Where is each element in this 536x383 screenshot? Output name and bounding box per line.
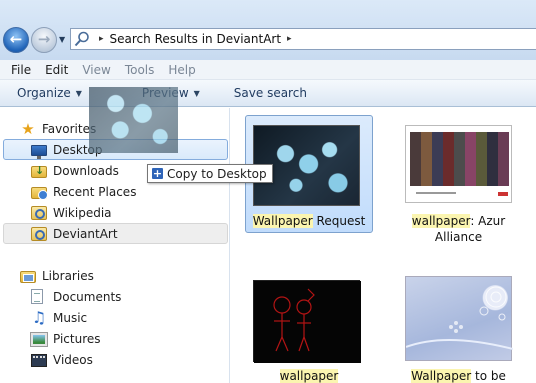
- address-bar-row: ← → ▼ ▸ Search Results in DeviantArt ▸: [0, 0, 536, 60]
- star-icon: ★: [21, 119, 35, 138]
- search-highlight: Wallpaper: [411, 369, 472, 383]
- music-icon: ♫: [31, 307, 47, 327]
- result-caption[interactable]: Wallpaper Request: [245, 213, 373, 229]
- plus-icon: +: [152, 167, 163, 180]
- result-thumbnail[interactable]: [253, 280, 361, 363]
- breadcrumb-location[interactable]: Search Results in DeviantArt: [110, 32, 282, 46]
- forward-arrow-icon: →: [37, 30, 51, 48]
- menu-view[interactable]: View: [75, 61, 117, 79]
- back-arrow-icon: ←: [9, 30, 23, 48]
- menu-help[interactable]: Help: [161, 61, 202, 79]
- nav-wikipedia-label: Wikipedia: [53, 205, 112, 220]
- organize-label: Organize: [17, 86, 71, 100]
- save-search-label: Save search: [233, 86, 307, 100]
- caption-text: Request: [312, 214, 366, 228]
- nav-music-label: Music: [53, 310, 88, 325]
- search-highlight: wallpaper: [279, 369, 339, 383]
- back-button[interactable]: ←: [3, 27, 29, 53]
- nav-documents-label: Documents: [53, 289, 122, 304]
- nav-recent-places-label: Recent Places: [53, 184, 137, 199]
- nav-deviantart[interactable]: DeviantArt: [3, 223, 228, 244]
- breadcrumb-separator-end[interactable]: ▸: [287, 34, 292, 44]
- forward-button[interactable]: →: [31, 27, 57, 53]
- breadcrumb-separator[interactable]: ▸: [99, 34, 104, 44]
- result-caption[interactable]: Wallpaper to be: [401, 368, 516, 383]
- azur-alliance-artwork: [406, 126, 511, 202]
- saved-search-icon: [31, 205, 47, 220]
- nav-recent-places[interactable]: Recent Places: [0, 181, 230, 202]
- result-caption[interactable]: wallpaper: [245, 368, 373, 383]
- chevron-down-icon: ▼: [193, 88, 200, 98]
- pictures-icon: [30, 331, 48, 347]
- address-bar[interactable]: ▸ Search Results in DeviantArt ▸: [70, 28, 536, 50]
- menu-file[interactable]: File: [4, 61, 38, 79]
- skeleton-artwork: [254, 281, 361, 363]
- drag-tooltip-label: Copy to Desktop: [167, 166, 267, 181]
- nav-music[interactable]: ♫ Music: [0, 307, 230, 328]
- menu-edit[interactable]: Edit: [38, 61, 75, 79]
- menu-tools[interactable]: Tools: [118, 61, 162, 79]
- recent-places-icon: [31, 186, 48, 200]
- nav-videos[interactable]: Videos: [0, 349, 230, 370]
- menu-bar: File Edit View Tools Help: [0, 60, 536, 80]
- libraries-icon: [20, 270, 36, 283]
- nav-pictures[interactable]: Pictures: [0, 328, 230, 349]
- command-bar: Organize ▼ Preview ▼ Save search: [0, 80, 536, 107]
- downloads-folder-icon: [31, 164, 47, 178]
- nav-downloads-label: Downloads: [53, 163, 119, 178]
- drag-tooltip: + Copy to Desktop: [147, 164, 273, 183]
- nav-libraries[interactable]: Libraries: [0, 265, 230, 286]
- nav-videos-label: Videos: [53, 352, 93, 367]
- drag-ghost-image: [89, 87, 178, 153]
- caption-text: to be: [471, 369, 506, 383]
- result-caption[interactable]: wallpaper: Azur Alliance: [401, 213, 516, 245]
- recent-pages-dropdown[interactable]: ▼: [59, 36, 68, 44]
- organize-button[interactable]: Organize ▼: [11, 86, 88, 100]
- blue-abstract-artwork: [405, 286, 514, 350]
- videos-icon: [31, 353, 47, 367]
- nav-documents[interactable]: Documents: [0, 286, 230, 307]
- nav-wikipedia[interactable]: Wikipedia: [0, 202, 230, 223]
- nav-libraries-label: Libraries: [42, 268, 94, 283]
- result-thumbnail[interactable]: [405, 125, 512, 203]
- search-icon: [73, 29, 93, 49]
- desktop-icon: [31, 144, 47, 159]
- search-highlight: Wallpaper: [252, 214, 313, 228]
- nav-deviantart-label: DeviantArt: [53, 226, 118, 241]
- results-pane: Wallpaper Request wallpaper: Azur Allian…: [231, 108, 536, 383]
- chevron-down-icon: ▼: [75, 88, 82, 98]
- documents-icon: [31, 289, 43, 304]
- saved-search-icon: [31, 226, 47, 241]
- result-thumbnail[interactable]: [405, 276, 514, 361]
- search-highlight: wallpaper: [411, 214, 471, 228]
- save-search-button[interactable]: Save search: [228, 86, 313, 100]
- nav-pictures-label: Pictures: [53, 331, 101, 346]
